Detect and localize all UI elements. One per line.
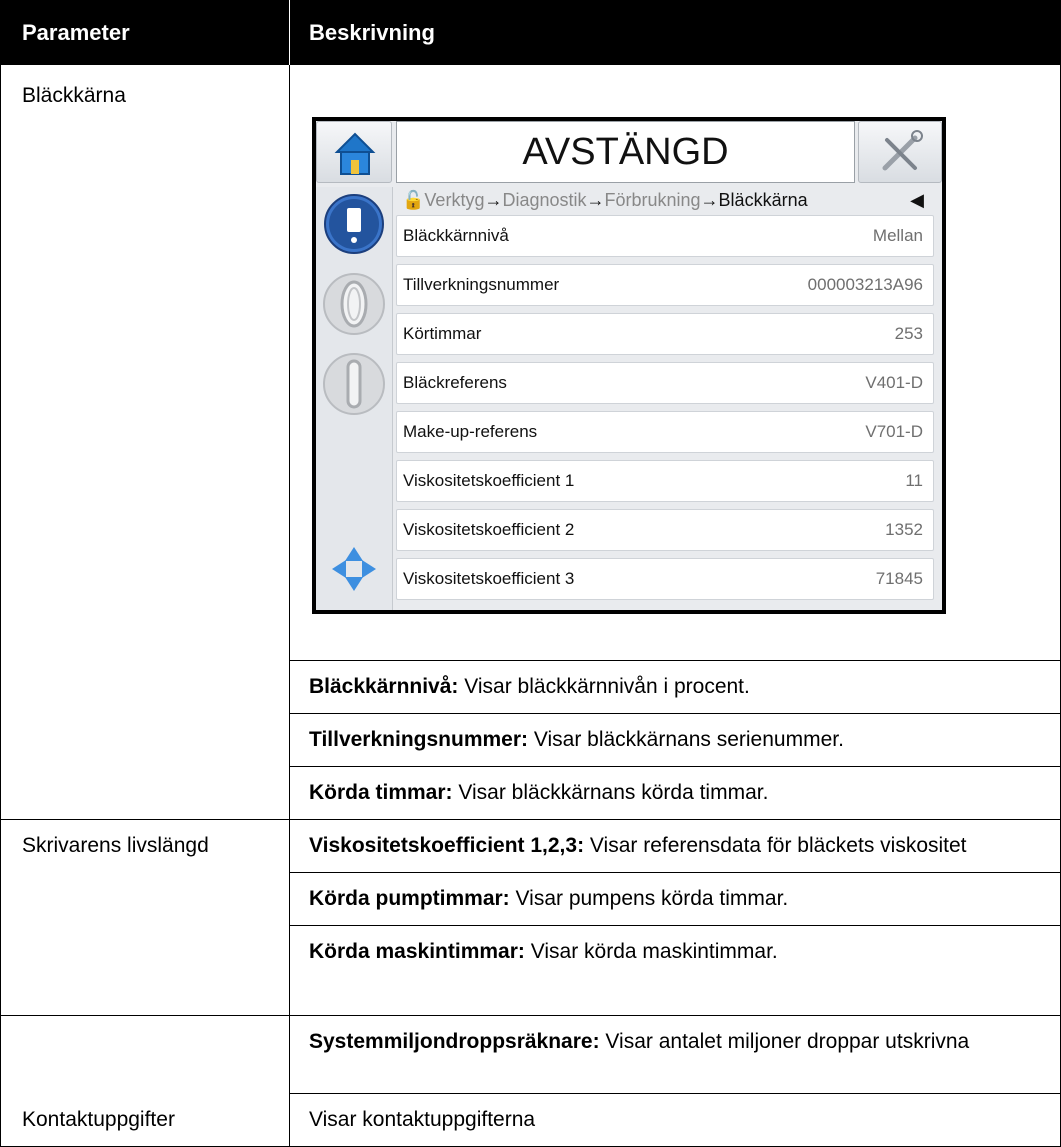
row-value: 1352 [885, 520, 923, 539]
row-label: Bläckreferens [403, 373, 507, 392]
breadcrumb-current: Bläckkärna [718, 190, 808, 210]
list-item[interactable]: Viskositetskoefficient 2 1352 [396, 509, 934, 551]
row-value: 71845 [875, 569, 923, 588]
row-label: Bläckkärnnivå [403, 226, 509, 245]
breadcrumb: 🔓Verktyg→Diagnostik→Förbrukning→Bläckkär… [402, 187, 932, 213]
tools-button[interactable] [858, 121, 942, 183]
row-label: Tillverkningsnummer [403, 275, 560, 294]
row-value: Mellan [872, 226, 923, 245]
desc-serial-number: Tillverkningsnummer: Visar bläckkärnans … [309, 728, 844, 751]
home-button[interactable] [316, 121, 392, 183]
list-item[interactable]: Tillverkningsnummer 000003213A96 [396, 264, 934, 306]
breadcrumb-item-consumables[interactable]: Förbrukning [605, 190, 701, 210]
header-description: Beskrivning [309, 20, 435, 45]
ink-cartridge-button[interactable] [318, 191, 390, 257]
param-ink-core: Bläckkärna [22, 84, 126, 107]
list-item[interactable]: Make-up-referens V701-D [396, 411, 934, 453]
lock-icon: 🔓 [402, 190, 425, 210]
desc-pump-hours: Körda pumptimmar: Visar pumpens körda ti… [309, 887, 789, 910]
param-printer-lifetime: Skrivarens livslängd [22, 834, 209, 857]
table-header: Parameter Beskrivning [0, 0, 1061, 65]
desc-viscosity: Viskositetskoefficient 1,2,3: Visar refe… [309, 834, 967, 857]
row-value: V401-D [865, 373, 923, 392]
desc-machine-hours: Körda maskintimmar: Visar körda maskinti… [309, 940, 778, 963]
device-screenshot: AVSTÄNGD 🔓Verktyg→Diagnostik→Förbrukning… [312, 117, 946, 614]
param-contact-info: Kontaktuppgifter [22, 1108, 175, 1131]
jet-stop-icon [323, 353, 385, 415]
parameter-table: Parameter Beskrivning Bläckkärna AVSTÄNG… [0, 0, 1061, 1147]
row-label: Viskositetskoefficient 2 [403, 520, 575, 539]
row-label: Make-up-referens [403, 422, 538, 441]
breadcrumb-separator: → [586, 190, 605, 210]
row-label: Viskositetskoefficient 1 [403, 471, 575, 490]
desc-contact-info: Visar kontaktuppgifterna [309, 1108, 536, 1131]
desc-run-hours: Körda timmar: Visar bläckkärnans körda t… [309, 781, 769, 804]
status-display: AVSTÄNGD [396, 121, 855, 183]
printer-status: AVSTÄNGD [522, 131, 729, 173]
home-icon [334, 132, 376, 175]
breadcrumb-separator: → [484, 190, 503, 210]
list-item[interactable]: Körtimmar 253 [396, 313, 934, 355]
list-item[interactable]: Viskositetskoefficient 3 71845 [396, 558, 934, 600]
list-item[interactable]: Bläckkärnnivå Mellan [396, 215, 934, 257]
jet-start-icon [323, 273, 385, 335]
row-value: V701-D [865, 422, 923, 441]
navigation-arrows-icon [332, 547, 376, 591]
row-value: 11 [905, 471, 923, 490]
back-arrow-icon[interactable]: ◀ [910, 191, 924, 209]
jet-start-button[interactable] [318, 271, 390, 337]
ink-cartridge-icon [324, 194, 384, 254]
desc-ink-level: Bläckkärnnivå: Visar bläckkärnnivån i pr… [309, 675, 750, 698]
list-item[interactable]: Viskositetskoefficient 1 11 [396, 460, 934, 502]
header-parameter: Parameter [22, 20, 130, 45]
row-label: Viskositetskoefficient 3 [403, 569, 575, 588]
list-item[interactable]: Bläckreferens V401-D [396, 362, 934, 404]
sidebar [316, 187, 393, 610]
breadcrumb-separator: → [700, 190, 719, 210]
breadcrumb-item-tools[interactable]: Verktyg [424, 190, 484, 210]
desc-drop-counter: Systemmiljondroppsräknare: Visar antalet… [309, 1030, 970, 1053]
breadcrumb-item-diagnostics[interactable]: Diagnostik [502, 190, 586, 210]
row-value: 253 [894, 324, 923, 343]
navigation-button[interactable] [318, 533, 390, 605]
row-value: 000003213A96 [807, 275, 923, 294]
jet-stop-button[interactable] [318, 351, 390, 417]
row-label: Körtimmar [403, 324, 482, 343]
tools-icon [882, 130, 923, 171]
